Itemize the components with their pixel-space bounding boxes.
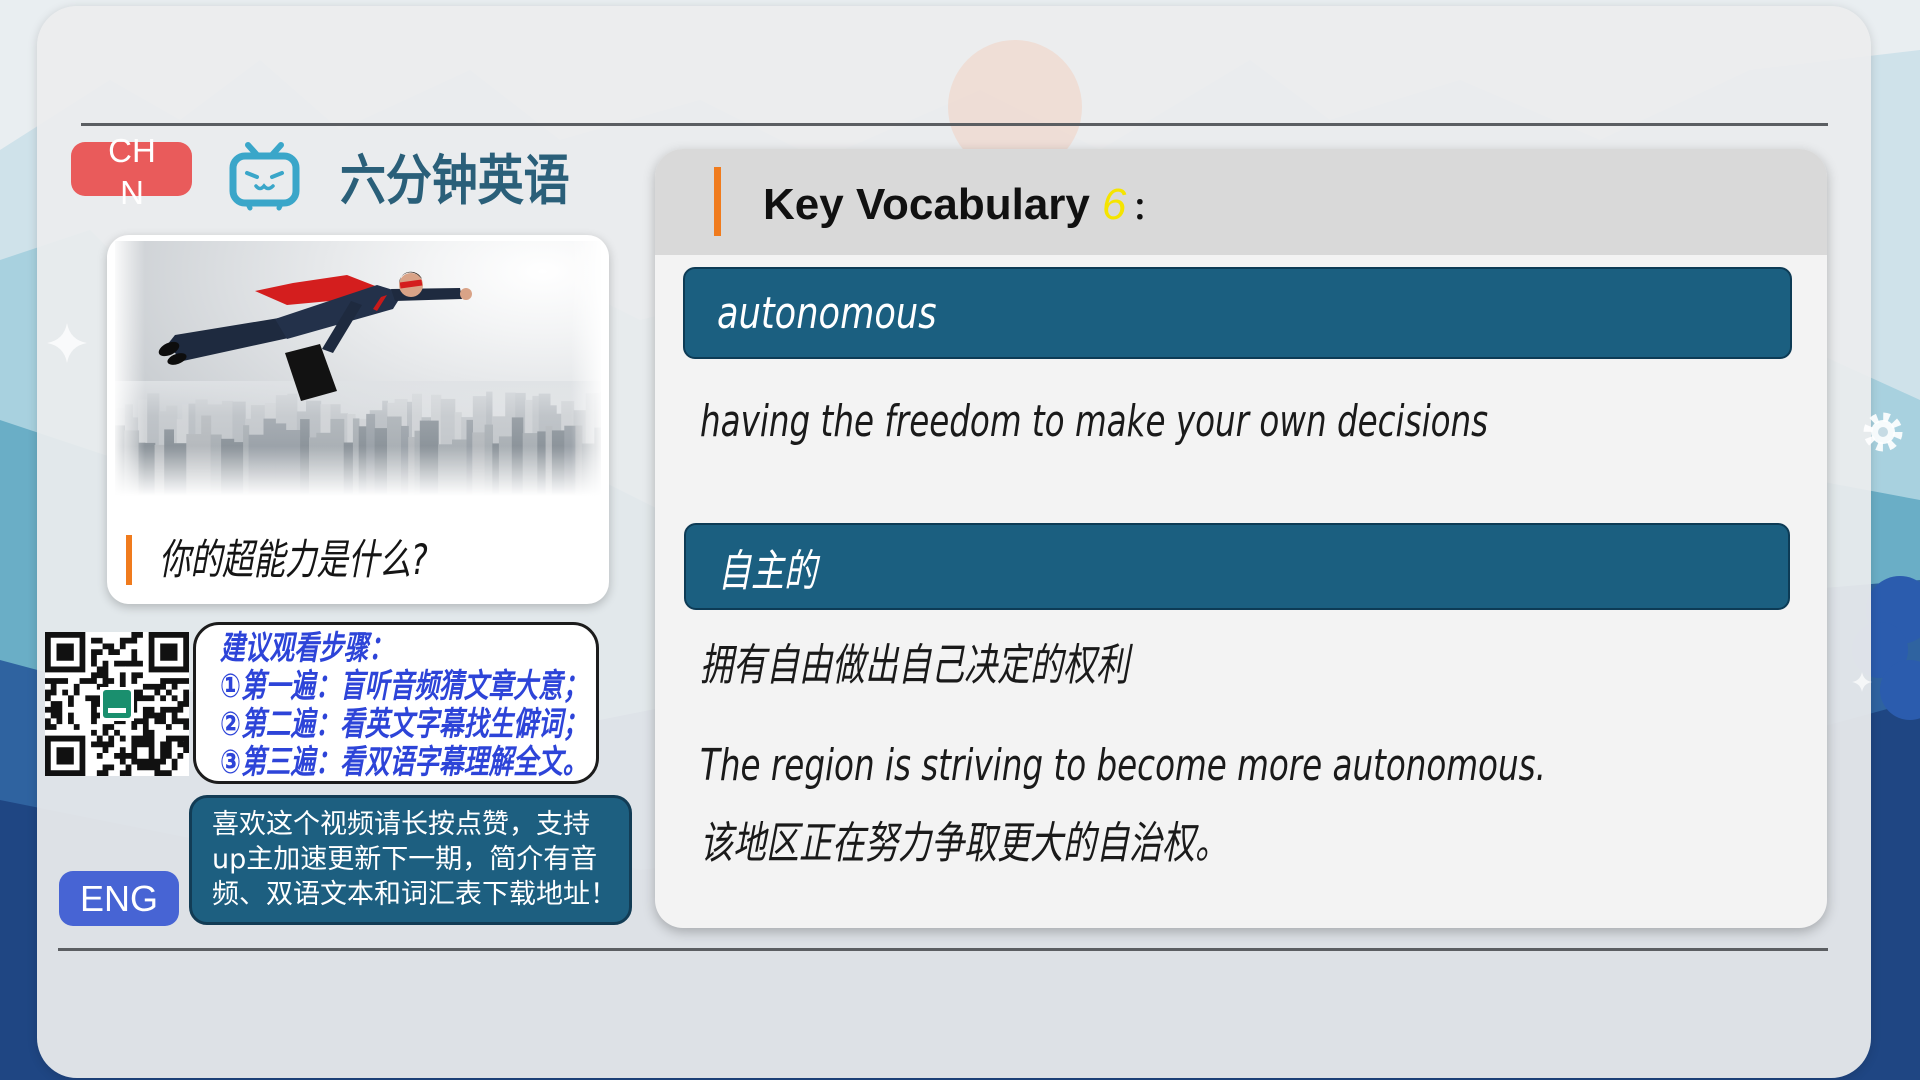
support-line-3: 频、双语文本和词汇表下载地址！ [212, 879, 617, 910]
vocab-example-cn-text: 该地区正在努力争取更大的自治权。 [700, 818, 1228, 869]
viewing-steps-title: 建议观看步骤： [220, 628, 394, 667]
superhero-businessman-photo [115, 241, 601, 496]
vocabulary-number: 6 [1101, 180, 1127, 229]
vocabulary-heading: Key Vocabulary 6： [763, 177, 1162, 233]
support-line-1: 喜欢这个视频请长按点赞，支持 [212, 809, 590, 840]
vocabulary-heading-text: Key Vocabulary [763, 180, 1090, 229]
lesson-question-text: 你的超能力是什么? [159, 535, 428, 584]
gear-icon[interactable] [1861, 410, 1905, 454]
lesson-question: 你的超能力是什么? [159, 533, 517, 587]
vocabulary-header: Key Vocabulary 6： [655, 149, 1827, 255]
vocab-word-cn: 自主的 [718, 545, 817, 597]
vocab-definition-text: having the freedom to make your own deci… [700, 396, 1489, 447]
vocab-definition-cn: 拥有自由做出自己决定的权利 [700, 641, 1272, 691]
app-logo [103, 690, 131, 718]
question-accent-bar [126, 535, 132, 585]
qr-code-icon [45, 632, 189, 776]
sparkle-icon [47, 323, 87, 363]
lesson-image-card: 你的超能力是什么? [107, 235, 609, 604]
top-divider [81, 123, 1828, 126]
viewing-step-2: ②第二遍：看英文字幕找生僻词； [220, 704, 588, 743]
vocab-word-bar: autonomous [683, 267, 1792, 359]
sparkle-icon [1852, 672, 1872, 692]
vocab-example-cn: 该地区正在努力争取更大的自治权。 [700, 819, 1404, 869]
viewing-step-1: ①第一遍：盲听音频猜文章大意； [220, 666, 588, 705]
vocabulary-accent-bar [714, 167, 721, 236]
vocab-example: The region is striving to become more au… [700, 741, 1827, 791]
key-vocabulary-card: Key Vocabulary 6： autonomous having the f… [655, 149, 1827, 928]
support-message-box: 喜欢这个视频请长按点赞，支持 up主加速更新下一期，简介有音 频、双语文本和词汇… [189, 795, 632, 925]
bottom-divider [58, 948, 1828, 951]
viewing-steps-box: 建议观看步骤： ①第一遍：盲听音频猜文章大意； ②第二遍：看英文字幕找生僻词； … [193, 622, 599, 784]
vocab-word-cn-bar: 自主的 [684, 523, 1790, 610]
vocab-definition-cn-text: 拥有自由做出自己决定的权利 [700, 640, 1129, 691]
support-line-2: up主加速更新下一期，简介有音 [212, 844, 598, 875]
viewing-step-3: ③第三遍：看双语字幕理解全文。 [220, 742, 588, 781]
program-title: 六分钟英语 [340, 147, 610, 214]
vocab-example-text: The region is striving to become more au… [700, 740, 1546, 791]
vocabulary-colon: ： [1132, 193, 1163, 226]
chinese-language-button[interactable]: CHN [71, 132, 192, 211]
bilibili-tv-icon [229, 142, 300, 211]
vocab-word: autonomous [717, 287, 937, 339]
vocab-definition: having the freedom to make your own deci… [700, 397, 1765, 447]
english-language-button[interactable]: ENG [59, 871, 179, 926]
program-title-text: 六分钟英语 [340, 149, 570, 212]
chinese-language-label: CHN [108, 132, 156, 211]
